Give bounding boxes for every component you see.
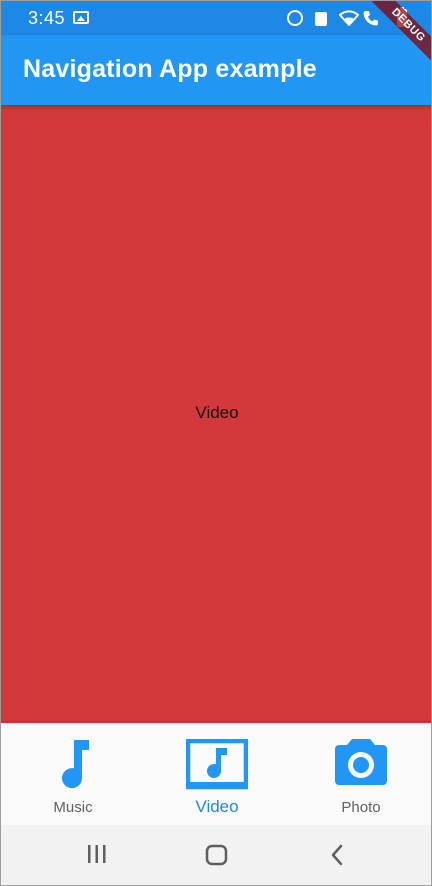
gallery-icon — [73, 11, 89, 24]
nav-item-music[interactable]: Music — [1, 723, 145, 825]
bottom-navigation-bar: Music Video Photo — [1, 723, 431, 825]
content-area: Video — [1, 105, 431, 723]
home-icon[interactable] — [205, 843, 229, 867]
status-bar: 3:45 — [1, 1, 431, 35]
video-library-icon — [186, 739, 248, 790]
back-icon[interactable] — [328, 843, 346, 867]
phone-screen: 3:45 DEBUG Navigation App example Video — [0, 0, 432, 886]
nav-item-photo[interactable]: Photo — [289, 723, 431, 825]
content-label: Video — [195, 403, 239, 422]
app-bar: Navigation App example — [1, 35, 431, 105]
nav-item-video-label: Video — [195, 797, 239, 816]
system-navigation-bar — [1, 825, 431, 885]
page-title: Navigation App example — [23, 55, 317, 83]
lock-icon — [315, 12, 327, 26]
nav-item-video[interactable]: Video — [145, 723, 289, 825]
wifi-icon — [339, 10, 359, 26]
music-note-icon — [62, 740, 89, 789]
camera-icon — [335, 739, 387, 785]
call-icon — [363, 11, 378, 26]
status-time: 3:45 — [28, 8, 66, 28]
alarm-icon — [287, 10, 303, 26]
recents-icon[interactable] — [87, 843, 107, 865]
nav-item-photo-label: Photo — [341, 799, 381, 816]
nav-item-music-label: Music — [53, 799, 93, 816]
